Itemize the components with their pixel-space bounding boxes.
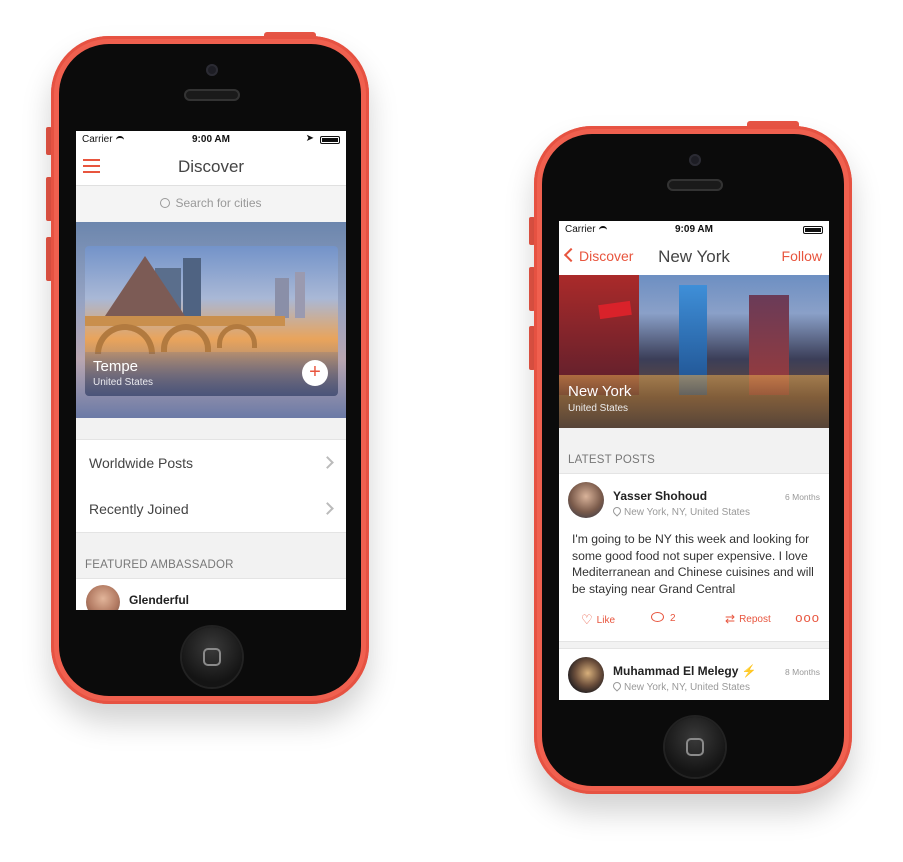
comment-bubble-icon — [651, 612, 664, 622]
front-camera — [689, 154, 701, 166]
heart-icon: ♡ — [581, 612, 593, 627]
comment-button[interactable]: 2 — [651, 612, 676, 624]
post-card: Muhammad El Melegy ⚡ 8 Months New York, … — [559, 648, 829, 700]
post-author[interactable]: Yasser Shohoud — [613, 489, 707, 503]
city-country: United States — [568, 403, 629, 414]
left-phone: Carrier 9:00 AM ➤ Discover Search for ci… — [51, 36, 369, 704]
ambassador-name: Glenderful — [129, 593, 190, 607]
avatar — [86, 585, 120, 610]
building-shape — [295, 272, 305, 318]
home-button — [665, 717, 725, 777]
page-title: Discover — [177, 157, 245, 176]
location-arrow-icon: ➤ — [305, 133, 314, 144]
post-time: 6 Months — [785, 492, 820, 502]
right-screen: Carrier 9:09 AM Discover New York Follow… — [559, 221, 829, 700]
search-input[interactable]: Search for cities — [76, 196, 346, 210]
like-button[interactable]: ♡ Like — [581, 612, 615, 628]
hero-background: Tempe United States + — [76, 222, 346, 418]
home-square-icon — [686, 738, 704, 756]
comment-count: 2 — [670, 613, 676, 624]
featured-ambassador-header: FEATURED AMBASSADOR — [85, 559, 234, 571]
bridge-arch — [217, 324, 257, 348]
home-button — [182, 627, 242, 687]
chevron-right-icon — [321, 456, 334, 469]
location-pin-icon — [611, 680, 623, 692]
building-shape — [183, 258, 201, 318]
building-shape — [275, 278, 289, 318]
city-hero-new-york: New York United States — [559, 275, 829, 428]
follow-button[interactable]: Follow — [782, 248, 822, 264]
navigation-bar: Discover New York Follow — [559, 239, 829, 275]
list-item-recently-joined[interactable]: Recently Joined — [76, 486, 346, 533]
add-city-button[interactable]: + — [302, 360, 328, 386]
post-body: I'm going to be NY this week and looking… — [572, 532, 814, 596]
post-time: 8 Months — [785, 667, 820, 677]
avatar[interactable] — [568, 657, 604, 693]
repost-button[interactable]: ⇄ Repost — [725, 612, 771, 626]
post-location: New York, NY, United States — [611, 680, 750, 693]
battery-icon — [803, 226, 823, 234]
post-card: Yasser Shohoud 6 Months New York, NY, Un… — [559, 473, 829, 642]
chevron-left-icon — [563, 247, 579, 263]
latest-posts-header: LATEST POSTS — [568, 454, 655, 466]
status-time: 9:09 AM — [675, 224, 713, 235]
avatar[interactable] — [568, 482, 604, 518]
city-card-tempe[interactable]: Tempe United States + — [85, 246, 338, 396]
search-icon — [160, 198, 171, 208]
front-camera — [206, 64, 218, 76]
city-name: Tempe — [93, 358, 139, 375]
battery-icon — [320, 136, 340, 144]
post-location: New York, NY, United States — [611, 505, 750, 518]
city-country: United States — [93, 377, 154, 388]
lightning-badge-icon: ⚡ — [741, 664, 757, 678]
search-bar: Search for cities — [76, 185, 346, 223]
home-square-icon — [203, 648, 221, 666]
chevron-right-icon — [321, 502, 334, 515]
right-phone-bezel: Carrier 9:09 AM Discover New York Follow… — [542, 134, 844, 786]
navigation-bar: Discover — [76, 149, 346, 185]
location-pin-icon — [611, 505, 623, 517]
list-item-worldwide-posts[interactable]: Worldwide Posts — [76, 439, 346, 487]
left-screen: Carrier 9:00 AM ➤ Discover Search for ci… — [76, 131, 346, 610]
ambassador-row[interactable]: Glenderful — [76, 578, 346, 610]
city-name: New York — [568, 383, 632, 400]
status-bar: Carrier 9:09 AM — [559, 221, 829, 239]
status-bar: Carrier 9:00 AM ➤ — [76, 131, 346, 149]
earpiece-speaker — [667, 179, 723, 191]
bridge-arch — [161, 324, 211, 352]
more-options-icon[interactable]: ooo — [795, 610, 820, 625]
repost-icon: ⇄ — [725, 612, 736, 626]
earpiece-speaker — [184, 89, 240, 101]
left-phone-bezel: Carrier 9:00 AM ➤ Discover Search for ci… — [59, 44, 361, 696]
plus-icon: + — [309, 361, 321, 383]
post-author[interactable]: Muhammad El Melegy ⚡ — [613, 664, 757, 678]
mountain-shape — [105, 256, 185, 316]
bridge-arch — [95, 324, 155, 354]
page-title: New York — [658, 247, 730, 266]
right-phone: Carrier 9:09 AM Discover New York Follow… — [534, 126, 852, 794]
